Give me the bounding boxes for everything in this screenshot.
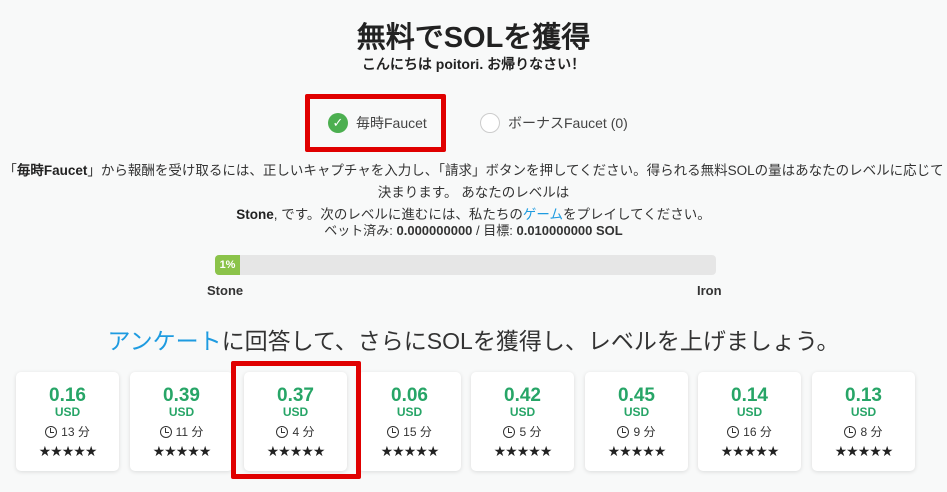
star-rating: ★★★★★ xyxy=(38,443,98,459)
offer-currency: USD xyxy=(396,405,423,419)
star-rating: ★★★★★ xyxy=(834,443,894,459)
clock-icon xyxy=(159,425,172,438)
offer-time: 5 分 xyxy=(471,423,574,440)
level-from: Stone xyxy=(207,283,244,298)
star-rating: ★★★★★ xyxy=(152,443,212,459)
offer-time: 15 分 xyxy=(358,423,461,440)
faucet-description: 「毎時Faucet」から報酬を受け取るには、正しいキャプチャを入力し、「請求」ボ… xyxy=(3,163,944,222)
clock-icon xyxy=(844,425,857,438)
star-rating: ★★★★★ xyxy=(720,443,780,459)
star-rating: ★★★★★ xyxy=(493,443,553,459)
bet-progress-text: ベット済み: 0.000000000 / 目標: 0.010000000 SOL xyxy=(324,223,623,238)
progress-fill: 1% xyxy=(215,255,241,275)
offer-currency: USD xyxy=(509,405,536,419)
survey-offer-card[interactable]: 0.13 USD 8 分 ★★★★★ xyxy=(812,372,915,471)
offer-time: 9 分 xyxy=(585,423,688,440)
offer-currency: USD xyxy=(736,405,763,419)
offer-time: 11 分 xyxy=(130,423,233,440)
clock-icon xyxy=(727,425,740,438)
clock-icon xyxy=(276,425,289,438)
offer-duration: 5 分 xyxy=(519,425,542,439)
level-progress-bar: 1% xyxy=(215,255,716,275)
offer-currency: USD xyxy=(623,405,650,419)
clock-icon xyxy=(387,425,400,438)
radio-empty-icon xyxy=(480,113,500,133)
survey-offer-card[interactable]: 0.45 USD 9 分 ★★★★★ xyxy=(585,372,688,471)
offer-duration: 4 分 xyxy=(292,425,315,439)
clock-icon xyxy=(503,425,516,438)
survey-link[interactable]: アンケート xyxy=(108,328,222,354)
star-rating: ★★★★★ xyxy=(607,443,667,459)
offer-amount: 0.37 xyxy=(277,385,314,406)
tab-hourly-faucet[interactable]: ✓ 毎時Faucet xyxy=(328,113,427,133)
offer-duration: 13 分 xyxy=(61,425,90,439)
star-rating: ★★★★★ xyxy=(266,443,326,459)
offer-amount: 0.45 xyxy=(618,385,655,406)
offer-time: 4 分 xyxy=(244,423,347,440)
tab-bonus-faucet[interactable]: ボーナスFaucet (0) xyxy=(480,113,628,133)
check-icon: ✓ xyxy=(328,113,348,133)
offer-duration: 8 分 xyxy=(860,425,883,439)
offer-duration: 9 分 xyxy=(633,425,656,439)
offer-amount: 0.06 xyxy=(391,385,428,406)
offer-duration: 11 分 xyxy=(175,425,204,439)
survey-heading: アンケートに回答して、さらにSOLを獲得し、レベルを上げましょう。 xyxy=(107,328,840,354)
offer-amount: 0.42 xyxy=(504,385,541,406)
page-title: 無料でSOLを獲得 xyxy=(356,22,591,54)
offer-amount: 0.14 xyxy=(731,385,768,406)
offer-currency: USD xyxy=(282,405,309,419)
offer-amount: 0.16 xyxy=(49,385,86,406)
tab-label: ボーナスFaucet (0) xyxy=(508,115,628,131)
clock-icon xyxy=(45,425,58,438)
clock-icon xyxy=(617,425,630,438)
offer-amount: 0.39 xyxy=(163,385,200,406)
star-rating: ★★★★★ xyxy=(380,443,440,459)
offer-duration: 15 分 xyxy=(403,425,432,439)
offer-time: 13 分 xyxy=(16,423,119,440)
offer-time: 16 分 xyxy=(698,423,801,440)
level-to: Iron xyxy=(697,283,722,298)
survey-offer-card[interactable]: 0.42 USD 5 分 ★★★★★ xyxy=(471,372,574,471)
survey-offer-card[interactable]: 0.06 USD 15 分 ★★★★★ xyxy=(358,372,461,471)
offer-amount: 0.13 xyxy=(845,385,882,406)
survey-offer-card[interactable]: 0.37 USD 4 分 ★★★★★ xyxy=(244,372,347,471)
offer-time: 8 分 xyxy=(812,423,915,440)
offer-currency: USD xyxy=(850,405,877,419)
offer-currency: USD xyxy=(54,405,81,419)
survey-offer-card[interactable]: 0.14 USD 16 分 ★★★★★ xyxy=(698,372,801,471)
survey-offer-card[interactable]: 0.16 USD 13 分 ★★★★★ xyxy=(16,372,119,471)
greeting: こんにちは poitori. お帰りなさい！ xyxy=(361,56,586,72)
tab-label: 毎時Faucet xyxy=(356,115,427,131)
offer-currency: USD xyxy=(168,405,195,419)
survey-offer-card[interactable]: 0.39 USD 11 分 ★★★★★ xyxy=(130,372,233,471)
offer-duration: 16 分 xyxy=(743,425,772,439)
